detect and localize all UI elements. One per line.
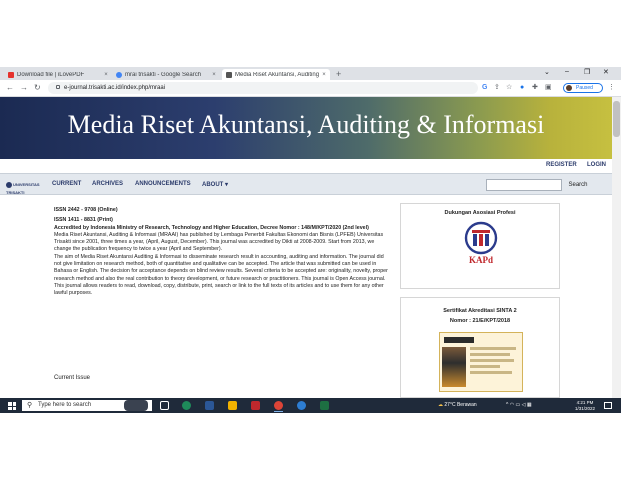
tab-mraai[interactable]: Media Riset Akuntansi, Auditing × — [222, 69, 330, 80]
system-clock[interactable]: 4:21 PM 1/31/2022 — [570, 400, 600, 411]
minimize-icon[interactable]: – — [565, 68, 569, 75]
close-tab-icon[interactable]: × — [320, 72, 328, 78]
battery-icon: ▭ — [515, 402, 521, 408]
chrome-icon[interactable] — [274, 401, 283, 410]
ilovepdf-favicon-icon — [8, 71, 14, 78]
file-explorer-icon[interactable] — [228, 401, 237, 410]
sidebar-sinta-accreditation: Sertifikat Akreditasi SINTA 2 Nomor : 21… — [400, 297, 560, 398]
task-view-icon[interactable] — [160, 401, 169, 410]
login-link[interactable]: LOGIN — [587, 162, 606, 168]
lock-icon — [56, 85, 60, 90]
browser-toolbar: ← → ↻ e-journal.trisakti.ac.id/index.php… — [0, 80, 621, 97]
tab-google-search[interactable]: mrai trisakti - Google Search × — [112, 69, 220, 80]
tab-strip: Download file | iLovePDF × mrai trisakti… — [0, 67, 621, 80]
nav-about[interactable]: ABOUT ▾ — [202, 181, 228, 188]
bookmark-star-icon[interactable]: ☆ — [506, 84, 512, 92]
kapd-logo-icon[interactable]: KAPd — [459, 221, 503, 265]
nav-current[interactable]: CURRENT — [52, 181, 81, 187]
reload-icon[interactable]: ↻ — [34, 83, 41, 93]
sidebar-professional-support: Dukungan Asosiasi Profesi KAPd — [400, 203, 560, 289]
weather-icon: ☁ — [438, 402, 443, 408]
university-seal-icon — [6, 181, 12, 188]
excel-icon[interactable] — [320, 401, 329, 410]
accreditation-text: Accredited by Indonesia Ministry of Rese… — [54, 224, 369, 231]
url-text: e-journal.trisakti.ac.id/index.php/mraai — [64, 85, 166, 91]
description-paragraph-1: Media Riset Akuntansi, Auditing & Inform… — [54, 231, 384, 253]
show-hidden-icons-icon: ^ — [506, 402, 509, 408]
search-input[interactable] — [486, 179, 562, 191]
volume-icon: ◁ — [521, 402, 526, 408]
tab-search-icon[interactable]: ⌄ — [544, 68, 550, 76]
close-tab-icon[interactable]: × — [102, 72, 110, 78]
current-issue-heading: Current Issue — [54, 375, 91, 381]
network-icon: ◠ — [509, 402, 515, 408]
windows-taskbar: ⚲ Type here to search ☁ 27°C Berawan ^ ◠… — [0, 398, 621, 413]
back-icon[interactable]: ← — [6, 83, 14, 93]
main-content: ISSN 2442 - 9708 (Online) ISSN 1411 - 88… — [54, 207, 389, 298]
tab-ilovepdf[interactable]: Download file | iLovePDF × — [4, 69, 112, 80]
extensions-puzzle-icon[interactable]: ✚ — [532, 84, 538, 92]
kapd-text: KAPd — [469, 255, 493, 265]
google-favicon-icon — [116, 71, 122, 78]
menu-icon[interactable]: ⋮ — [608, 84, 615, 92]
sidebar-block-title: Sertifikat Akreditasi SINTA 2 — [443, 308, 517, 314]
restore-icon[interactable]: ❐ — [584, 68, 590, 76]
zoom-app-icon[interactable] — [297, 401, 306, 410]
nav-announcements[interactable]: ANNOUNCEMENTS — [135, 181, 191, 187]
weather-widget[interactable]: ☁ 27°C Berawan — [438, 401, 477, 410]
site-nav: UNIVERSITAS TRISAKTI CURRENT ARCHIVES AN… — [0, 173, 612, 195]
side-panel-icon[interactable]: ▣ — [545, 84, 552, 92]
tortoise-widget-icon[interactable] — [124, 400, 148, 411]
site-banner: Media Riset Akuntansi, Auditing & Inform… — [0, 97, 612, 159]
edge-icon[interactable] — [182, 401, 191, 410]
forward-icon[interactable]: → — [20, 83, 28, 93]
certificate-photo — [442, 347, 466, 387]
language-icon: ▦ — [526, 402, 532, 408]
profile-button[interactable]: Paused — [563, 83, 603, 93]
close-tab-icon[interactable]: × — [210, 72, 218, 78]
new-tab-icon[interactable]: + — [336, 69, 341, 79]
register-link[interactable]: REGISTER — [546, 162, 577, 168]
journal-title: Media Riset Akuntansi, Auditing & Inform… — [67, 110, 545, 139]
certificate-text-lines — [470, 347, 520, 377]
issn-online: ISSN 2442 - 9708 (Online) — [54, 207, 118, 213]
certificate-header — [444, 337, 474, 343]
search-button[interactable]: Search — [564, 179, 592, 191]
address-bar[interactable]: e-journal.trisakti.ac.id/index.php/mraai — [48, 82, 478, 94]
search-icon: ⚲ — [27, 402, 33, 409]
extension-1-icon[interactable]: ● — [520, 84, 524, 92]
pdf-app-icon[interactable] — [251, 401, 260, 410]
user-links: REGISTER LOGIN — [0, 159, 612, 173]
page-scrollbar[interactable] — [612, 97, 621, 398]
journal-favicon-icon — [226, 71, 232, 78]
scrollbar-thumb[interactable] — [613, 101, 620, 137]
share-icon[interactable]: ⇪ — [494, 84, 500, 92]
avatar — [566, 85, 572, 91]
screenshot: Download file | iLovePDF × mrai trisakti… — [0, 67, 621, 413]
notification-icon[interactable] — [604, 402, 612, 409]
issn-print: ISSN 1411 - 8831 (Print) — [54, 217, 113, 224]
description-paragraph-2: The aim of Media Riset Akuntansi Auditin… — [54, 253, 388, 297]
word-icon[interactable] — [205, 401, 214, 410]
sinta-decree-number: Nomor : 21/E/KPT/2018 — [449, 318, 511, 324]
active-app-indicator — [274, 411, 283, 412]
sidebar-block-title: Dukungan Asosiasi Profesi — [444, 210, 516, 216]
nav-archives[interactable]: ARCHIVES — [92, 181, 123, 187]
windows-start-icon[interactable] — [8, 402, 16, 410]
google-lens-icon[interactable]: G — [482, 84, 487, 92]
sinta-certificate-image[interactable] — [439, 332, 523, 392]
university-logo[interactable]: UNIVERSITAS TRISAKTI — [6, 181, 40, 195]
system-tray-icons[interactable]: ^ ◠ ▭ ◁ ▦ — [506, 401, 532, 410]
close-window-icon[interactable]: ✕ — [603, 68, 609, 76]
